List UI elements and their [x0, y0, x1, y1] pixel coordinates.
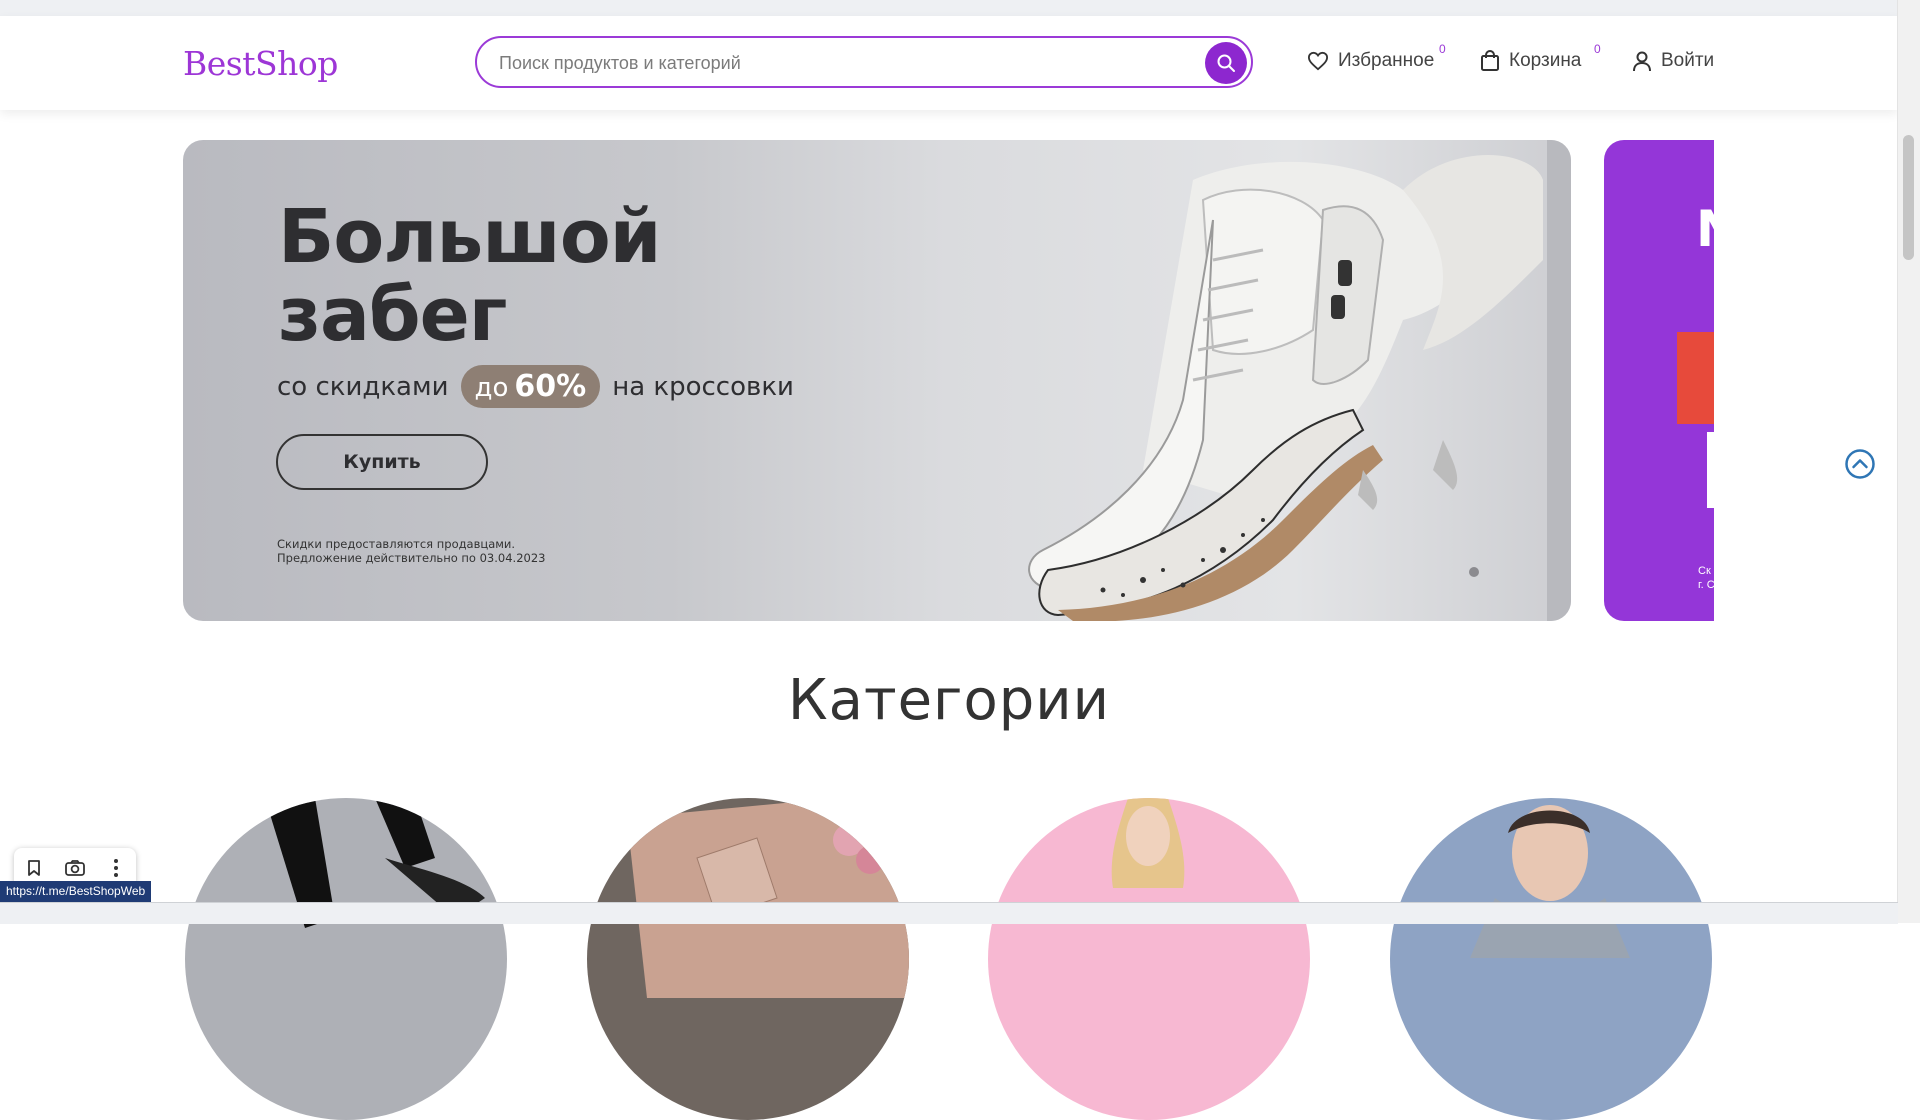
search-input[interactable]	[497, 48, 1181, 78]
next-banner-fine-line2: г. С	[1698, 579, 1714, 591]
cart-link[interactable]: Корзина 0	[1480, 42, 1601, 72]
search-button[interactable]	[1205, 42, 1247, 84]
chevron-up-circle-icon	[1845, 449, 1875, 479]
cart-label: Корзина	[1509, 50, 1582, 71]
site-header: BestShop Избранное 0 Корзина 0 Войти	[0, 16, 1898, 110]
banner-fine-print: Скидки предоставляются продавцами. Предл…	[277, 537, 545, 565]
browser-top-strip	[0, 0, 1920, 17]
shopping-bag-icon	[1481, 50, 1499, 71]
cart-count: 0	[1594, 42, 1601, 56]
banner-subtitle-after: на кроссовки	[612, 371, 794, 402]
category-image	[627, 798, 909, 998]
banner-title-line1: Большой	[278, 194, 662, 280]
bookmark-icon	[28, 860, 41, 876]
banner-edge	[1547, 140, 1571, 621]
category-image	[1470, 805, 1630, 958]
kebab-menu-icon	[113, 859, 118, 877]
hero-banner[interactable]: Большой забег со скидками до 60% на крос…	[183, 140, 1571, 621]
more-options-button[interactable]	[102, 854, 130, 882]
search-icon	[1217, 54, 1235, 72]
site-logo[interactable]: BestShop	[183, 44, 338, 83]
search-bar	[475, 36, 1253, 88]
next-banner[interactable]: N Ск г. С	[1604, 140, 1714, 621]
browser-bottom-strip	[0, 902, 1898, 924]
camera-icon	[65, 860, 85, 876]
bookmark-button[interactable]	[20, 854, 48, 882]
category-card[interactable]	[185, 798, 507, 1120]
favorites-count: 0	[1439, 42, 1446, 56]
scrollbar-thumb[interactable]	[1903, 135, 1914, 260]
sneaker-image	[1028, 155, 1543, 621]
login-label: Войти	[1661, 50, 1715, 71]
banner-subtitle: со скидками до 60% на кроссовки	[277, 365, 794, 408]
category-image	[1111, 798, 1185, 888]
next-banner-red-block	[1677, 332, 1714, 424]
status-bar-url: https://t.me/BestShopWeb	[0, 881, 152, 902]
category-card[interactable]	[587, 798, 909, 1120]
user-icon	[1633, 51, 1651, 72]
discount-percent: 60%	[514, 369, 587, 404]
categories-title: Категории	[787, 668, 1111, 733]
next-banner-fine-print: Ск г. С	[1698, 564, 1714, 592]
next-banner-letter: N	[1696, 200, 1714, 258]
login-link[interactable]: Войти	[1632, 50, 1714, 72]
discount-prefix: до	[474, 373, 509, 403]
heart-icon	[1307, 51, 1329, 71]
banner-subtitle-before: со скидками	[277, 371, 449, 402]
scroll-to-top-button[interactable]	[1844, 448, 1876, 480]
banner-title: Большой забег	[278, 194, 662, 358]
discount-pill: до 60%	[460, 365, 601, 408]
banner-title-line2: забег	[278, 272, 507, 358]
carousel-dot[interactable]	[1469, 567, 1479, 577]
category-card[interactable]	[988, 798, 1310, 1120]
favorites-link[interactable]: Избранное 0	[1307, 42, 1446, 72]
fine-print-line2: Предложение действительно по 03.04.2023	[277, 551, 546, 565]
next-banner-white-bar	[1707, 432, 1714, 508]
category-card[interactable]	[1390, 798, 1712, 1120]
category-image	[265, 798, 485, 928]
buy-button[interactable]: Купить	[276, 434, 488, 490]
favorites-label: Избранное	[1338, 50, 1435, 71]
page-scrollbar[interactable]	[1897, 0, 1920, 923]
fine-print-line1: Скидки предоставляются продавцами.	[277, 537, 516, 551]
next-banner-fine-line1: Ск	[1698, 565, 1711, 577]
screenshot-button[interactable]	[61, 854, 89, 882]
